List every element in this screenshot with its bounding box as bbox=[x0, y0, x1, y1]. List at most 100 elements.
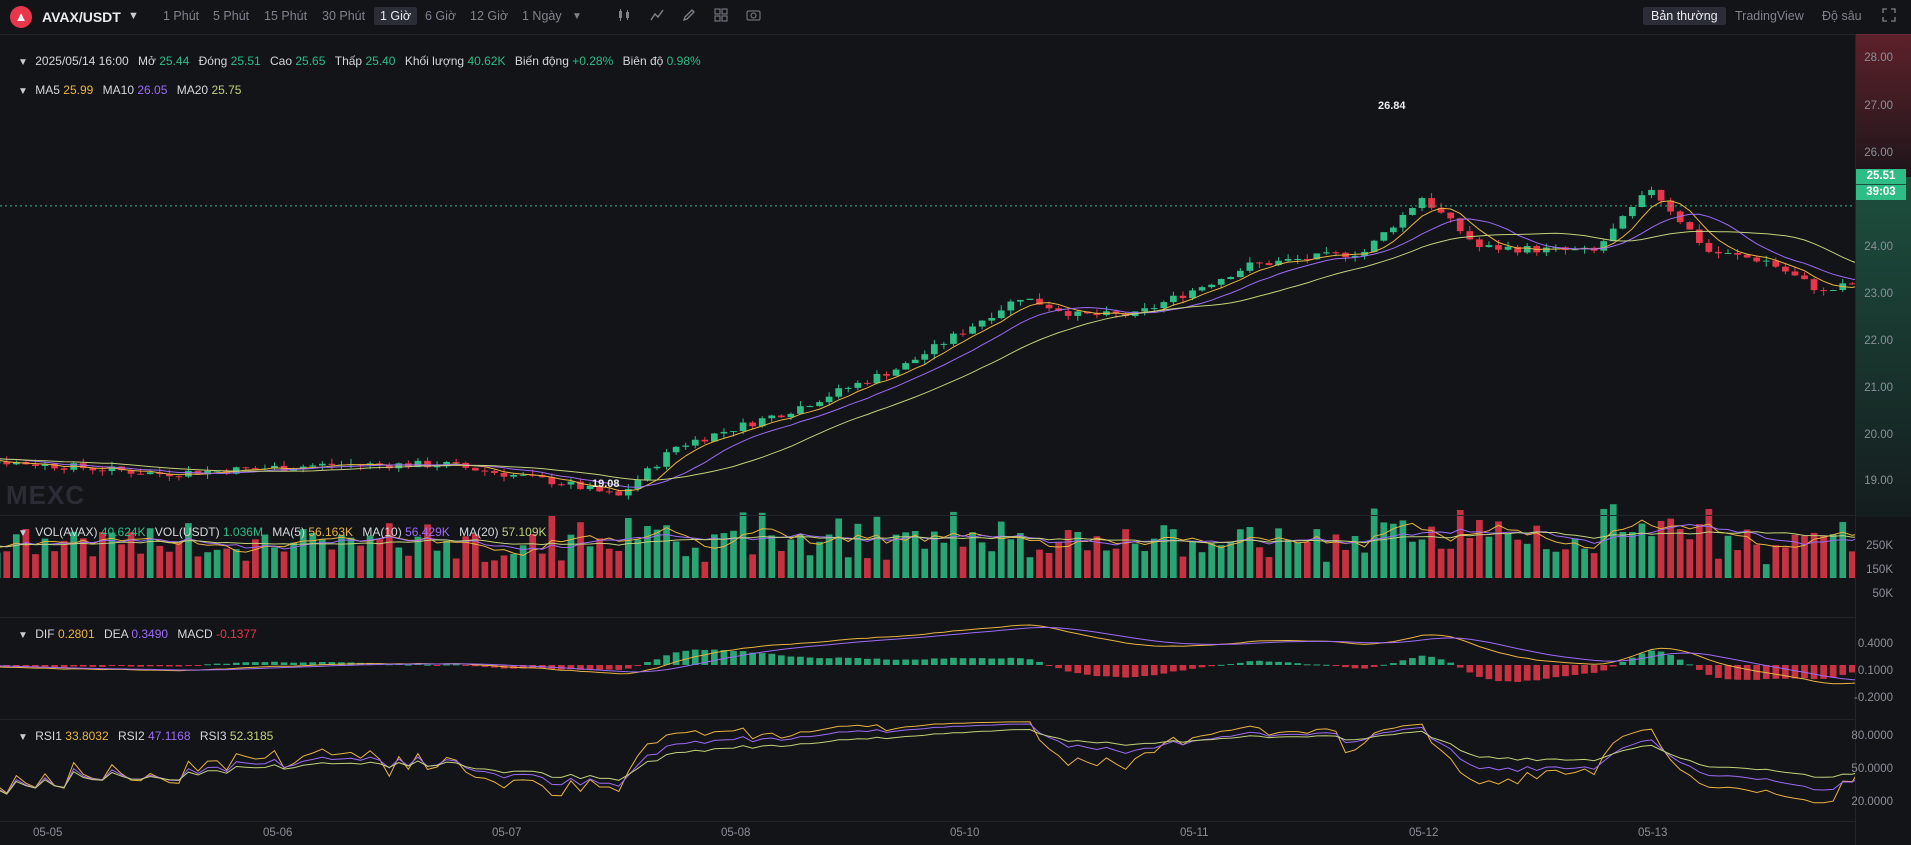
candle-body bbox=[1753, 257, 1761, 262]
candle-body bbox=[1150, 308, 1158, 310]
tf-30m[interactable]: 30 Phút bbox=[322, 9, 365, 23]
candle-body bbox=[1389, 227, 1397, 233]
volume-bar bbox=[1265, 557, 1273, 578]
candle-body bbox=[1160, 302, 1168, 309]
chevron-down-icon[interactable]: ▼ bbox=[128, 10, 139, 22]
volume-bar bbox=[1026, 557, 1034, 578]
collapse-chevron-icon[interactable]: ▼ bbox=[18, 528, 28, 539]
volume-bar bbox=[156, 545, 164, 578]
macd-bar bbox=[1122, 665, 1129, 678]
volume-bar bbox=[1246, 527, 1254, 578]
volume-bar bbox=[194, 556, 202, 578]
volume-bar bbox=[988, 551, 996, 578]
volume-bar bbox=[261, 534, 269, 578]
candle-body bbox=[1064, 311, 1072, 316]
panel-divider[interactable] bbox=[0, 821, 1855, 822]
macd-bar bbox=[605, 665, 613, 670]
avax-logo-icon: ▲ bbox=[10, 6, 32, 28]
candle-body bbox=[395, 463, 403, 469]
volume-bar bbox=[1686, 539, 1694, 578]
volume-bar bbox=[1141, 551, 1149, 578]
volume-bar bbox=[1447, 548, 1455, 578]
macd-bar bbox=[1380, 664, 1388, 666]
tf-dropdown-icon[interactable]: ▼ bbox=[572, 11, 582, 22]
tf-15m[interactable]: 15 Phút bbox=[264, 9, 307, 23]
macd-bar bbox=[844, 657, 852, 665]
candle-body bbox=[1466, 231, 1474, 240]
fullscreen-icon[interactable] bbox=[1882, 8, 1896, 25]
volume-bar bbox=[691, 547, 699, 578]
camera-icon[interactable] bbox=[746, 8, 761, 25]
volume-bar bbox=[1170, 529, 1177, 578]
macd-bar bbox=[443, 664, 450, 666]
volume-bar bbox=[271, 547, 278, 578]
indicator-icon[interactable] bbox=[650, 8, 664, 25]
macd-bar bbox=[883, 659, 890, 665]
collapse-chevron-icon[interactable]: ▼ bbox=[18, 57, 28, 68]
candle-body bbox=[242, 467, 250, 469]
price-chart[interactable] bbox=[0, 34, 1855, 845]
macd-legend: ▼ DIF 0.2801 DEA 0.3490 MACD -0.1377 bbox=[18, 627, 257, 641]
candle-body bbox=[146, 472, 154, 475]
candle-body bbox=[328, 463, 336, 465]
volume-bar bbox=[79, 538, 87, 578]
volume-bar bbox=[1160, 525, 1168, 578]
macd-bar bbox=[739, 651, 747, 665]
collapse-chevron-icon[interactable]: ▼ bbox=[18, 732, 28, 743]
collapse-chevron-icon[interactable]: ▼ bbox=[18, 630, 28, 641]
candle-body bbox=[1762, 260, 1770, 262]
panel-divider[interactable] bbox=[0, 617, 1855, 618]
tf-1m[interactable]: 1 Phút bbox=[163, 9, 199, 23]
volume-bar bbox=[1007, 539, 1015, 578]
candle-body bbox=[567, 481, 575, 485]
volume-bar bbox=[443, 540, 450, 578]
macd-bar bbox=[950, 657, 957, 665]
candle-body bbox=[309, 465, 317, 467]
candle-body bbox=[1007, 301, 1015, 311]
macd-bar bbox=[1323, 664, 1330, 666]
candle-body bbox=[558, 484, 565, 486]
tf-6h[interactable]: 6 Giờ bbox=[425, 9, 456, 23]
volume-bar bbox=[405, 555, 412, 578]
candle-type-icon[interactable] bbox=[617, 8, 631, 25]
macd-bar bbox=[1581, 665, 1588, 674]
tf-1d[interactable]: 1 Ngày bbox=[522, 9, 562, 23]
macd-bar bbox=[1284, 662, 1292, 665]
layout-icon[interactable] bbox=[714, 8, 728, 25]
tf-1h[interactable]: 1 Giờ bbox=[374, 7, 418, 25]
macd-bar bbox=[720, 650, 728, 665]
symbol-selector[interactable]: AVAX/USDT bbox=[42, 9, 121, 25]
view-depth-button[interactable]: Độ sâu bbox=[1822, 9, 1862, 23]
candle-body bbox=[969, 326, 976, 334]
volume-bar bbox=[1523, 543, 1531, 578]
candle-body bbox=[1495, 245, 1502, 250]
volume-bar bbox=[3, 551, 11, 578]
candle-body bbox=[1256, 262, 1263, 264]
macd-bar bbox=[1131, 665, 1139, 677]
volume-bar bbox=[529, 534, 537, 578]
view-standard-button[interactable]: Bản thường bbox=[1643, 7, 1726, 25]
volume-bar bbox=[366, 535, 374, 578]
tf-5m[interactable]: 5 Phút bbox=[213, 9, 249, 23]
volume-bar bbox=[538, 553, 546, 578]
ma20-line bbox=[0, 230, 1855, 481]
macd-bar bbox=[1275, 661, 1282, 665]
draw-icon[interactable] bbox=[682, 8, 696, 25]
collapse-chevron-icon[interactable]: ▼ bbox=[18, 86, 28, 97]
panel-divider[interactable] bbox=[0, 515, 1855, 516]
volume-bar bbox=[672, 541, 680, 578]
macd-bar bbox=[156, 665, 164, 667]
macd-bar bbox=[1160, 665, 1168, 674]
volume-bar bbox=[978, 542, 986, 578]
candle-body bbox=[978, 320, 986, 327]
volume-bar bbox=[1208, 543, 1215, 578]
date-tick: 05-13 bbox=[1638, 827, 1668, 839]
macd-bar bbox=[749, 652, 756, 665]
panel-divider[interactable] bbox=[0, 719, 1855, 720]
volume-bar bbox=[175, 542, 183, 578]
macd-bar bbox=[252, 662, 259, 665]
view-tradingview-button[interactable]: TradingView bbox=[1735, 9, 1804, 23]
volume-bar bbox=[1552, 551, 1560, 578]
price-tick: 27.00 bbox=[1864, 100, 1893, 112]
tf-12h[interactable]: 12 Giờ bbox=[470, 9, 508, 23]
